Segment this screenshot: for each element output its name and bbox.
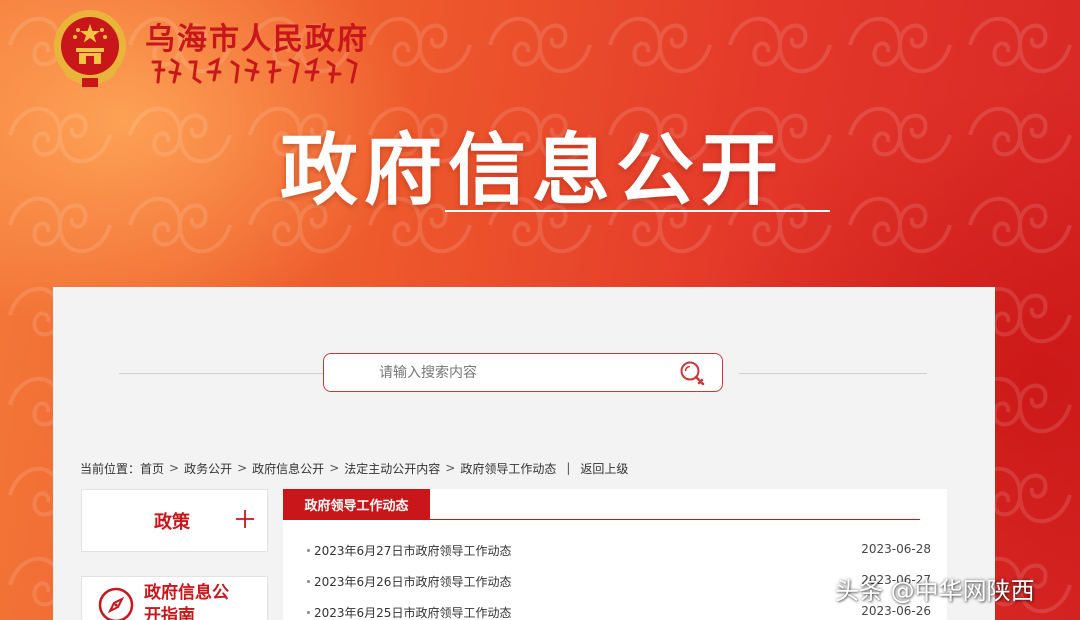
breadcrumb-prefix: 当前位置：	[80, 461, 141, 476]
breadcrumb-gov-affairs[interactable]: 政务公开	[184, 460, 232, 477]
breadcrumb-divider: |	[566, 461, 571, 475]
sidebar-item-policy[interactable]: 政策	[81, 489, 268, 552]
bullet-dot	[307, 549, 310, 552]
search-divider-right	[739, 373, 927, 374]
tab-underline	[283, 519, 920, 520]
list-item[interactable]: 2023年6月25日市政府领导工作动态 2023-06-26	[303, 604, 933, 620]
watermark: 头条 @中华网陕西	[835, 577, 1035, 605]
hero-title: 政府信息公开	[280, 126, 785, 216]
breadcrumb-separator: >	[329, 461, 340, 475]
search-box	[323, 353, 723, 392]
breadcrumb-separator: >	[445, 461, 456, 475]
news-title[interactable]: 2023年6月26日市政府领导工作动态	[314, 573, 511, 590]
search-divider-left	[119, 373, 327, 374]
sidebar-item-label: 政府信息公开指南	[144, 583, 229, 620]
bullet-dot	[307, 580, 310, 583]
sidebar-item-guide[interactable]: 政府信息公开指南	[81, 576, 268, 620]
hero-underline	[445, 210, 830, 212]
sidebar-item-label: 政策	[154, 512, 190, 533]
breadcrumb-gov-info[interactable]: 政府信息公开	[252, 460, 324, 477]
breadcrumb-separator: >	[237, 461, 248, 475]
news-date: 2023-06-26	[861, 604, 931, 618]
breadcrumb: 当前位置： 首页 > 政务公开 > 政府信息公开 > 法定主动公开内容 > 政府…	[80, 459, 628, 477]
national-emblem-logo	[54, 10, 126, 87]
search-input[interactable]	[379, 357, 659, 388]
plus-icon[interactable]	[234, 508, 256, 530]
tab-leader-news[interactable]: 政府领导工作动态	[283, 489, 430, 520]
mongolian-script-logo	[151, 57, 358, 84]
breadcrumb-separator: >	[169, 461, 180, 475]
back-link[interactable]: 返回上级	[580, 460, 628, 477]
search-icon[interactable]	[678, 359, 708, 389]
bullet-dot	[307, 611, 310, 614]
news-title[interactable]: 2023年6月27日市政府领导工作动态	[314, 542, 511, 559]
news-date: 2023-06-28	[861, 542, 931, 556]
list-item[interactable]: 2023年6月27日市政府领导工作动态 2023-06-28	[303, 542, 933, 573]
breadcrumb-leader-news[interactable]: 政府领导工作动态	[460, 460, 556, 477]
news-title[interactable]: 2023年6月25日市政府领导工作动态	[314, 604, 511, 620]
compass-icon	[98, 587, 134, 620]
breadcrumb-home[interactable]: 首页	[140, 460, 164, 477]
breadcrumb-statutory[interactable]: 法定主动公开内容	[344, 460, 440, 477]
